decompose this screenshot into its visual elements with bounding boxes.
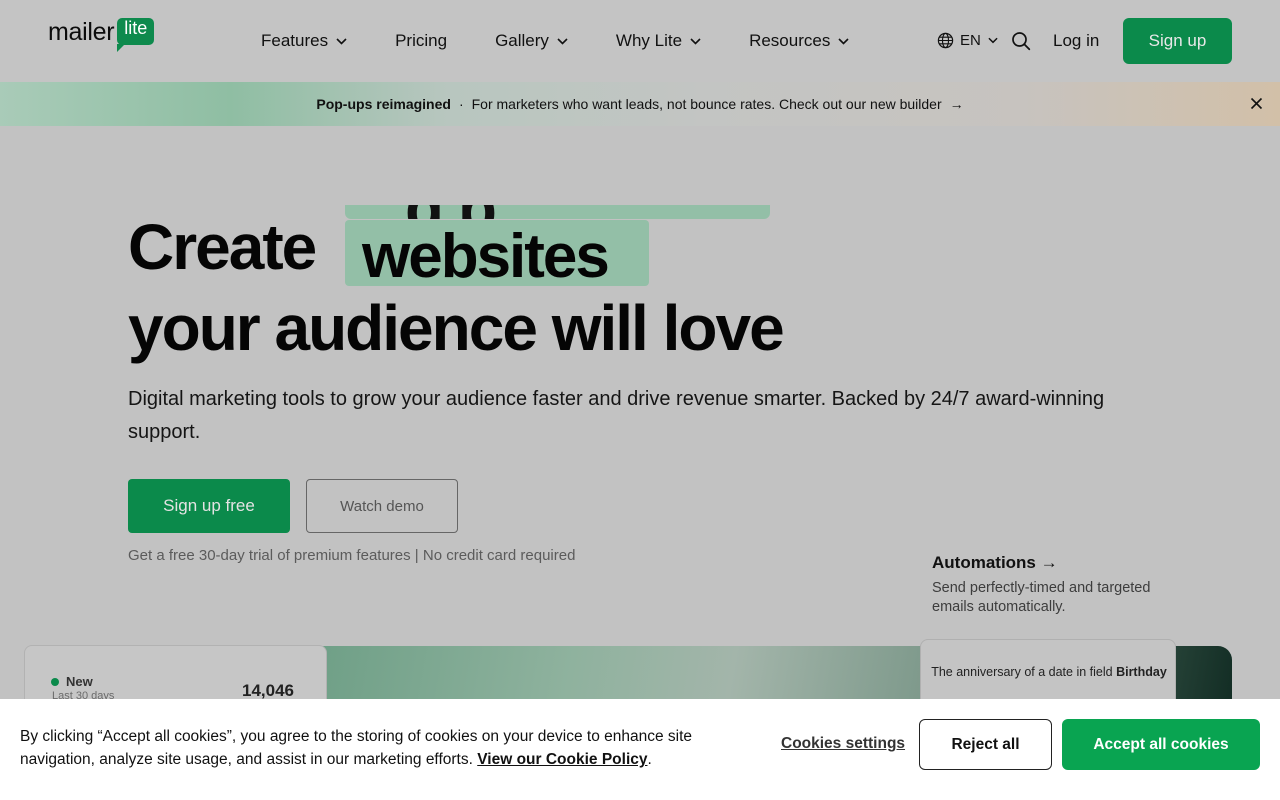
stat-label: New — [66, 674, 93, 689]
logo-wordmark: mailer — [48, 18, 115, 46]
language-selector[interactable]: EN — [937, 32, 1004, 49]
cookie-message: By clicking “Accept all cookies”, you ag… — [20, 728, 693, 768]
nav-resources-label: Resources — [749, 31, 831, 50]
automations-link[interactable]: Automations → — [932, 553, 1058, 573]
banner-separator: · — [458, 96, 464, 112]
trial-note: Get a free 30-day trial of premium featu… — [128, 547, 576, 564]
stat-value: 14,046 — [242, 681, 294, 700]
nav-gallery-label: Gallery — [495, 31, 549, 50]
search-icon[interactable] — [1011, 31, 1031, 51]
nav-resources[interactable]: Resources — [749, 30, 849, 52]
nav-gallery[interactable]: Gallery — [495, 30, 568, 52]
watch-demo-button[interactable]: Watch demo — [306, 479, 458, 533]
chevron-down-icon — [336, 37, 347, 45]
rotating-word-previous: g p — [345, 205, 770, 219]
cookie-policy-link[interactable]: View our Cookie Policy — [477, 751, 647, 768]
nav-why-lite-label: Why Lite — [615, 31, 683, 50]
hero-title-line2: your audience will love — [128, 292, 785, 364]
site-header: mailer lite Features Pricing Gallery Why… — [0, 0, 1280, 82]
reject-all-button[interactable]: Reject all — [919, 719, 1052, 770]
trigger-description: The anniversary of a date in field — [931, 665, 1113, 679]
nav-features[interactable]: Features — [261, 30, 347, 52]
hero-title-prefix: Create — [128, 211, 317, 283]
chevron-down-icon — [690, 37, 701, 45]
trigger-field: Birthday — [1116, 665, 1167, 679]
arrow-right-icon: → — [949, 96, 964, 112]
globe-icon — [937, 32, 954, 49]
promo-banner[interactable]: Pop-ups reimagined · For marketers who w… — [0, 82, 1280, 126]
close-icon[interactable] — [1250, 97, 1263, 110]
cookies-settings-link[interactable]: Cookies settings — [781, 735, 905, 753]
automation-trigger-text: The anniversary of a date in field Birth… — [921, 665, 1177, 680]
chevron-down-icon — [838, 37, 849, 45]
status-dot-icon — [51, 678, 59, 686]
accept-all-cookies-button[interactable]: Accept all cookies — [1062, 719, 1260, 770]
logo[interactable]: mailer lite — [48, 18, 155, 52]
cookie-banner: By clicking “Accept all cookies”, you ag… — [0, 699, 1280, 800]
automations-description: Send perfectly-timed and targeted emails… — [932, 580, 1151, 615]
signup-free-button[interactable]: Sign up free — [128, 479, 290, 533]
hero-subtitle: Digital marketing tools to grow your aud… — [128, 388, 1105, 443]
nav-pricing[interactable]: Pricing — [395, 30, 447, 52]
signup-button[interactable]: Sign up — [1123, 18, 1232, 64]
hero-rotating-word: websites — [362, 222, 610, 291]
banner-text: For marketers who want leads, not bounce… — [471, 96, 942, 112]
rotating-word-partial: g p — [405, 205, 497, 219]
nav-features-label: Features — [261, 31, 329, 50]
banner-title: Pop-ups reimagined — [316, 96, 451, 112]
chevron-down-icon — [988, 37, 998, 44]
language-label: EN — [960, 32, 981, 49]
login-link[interactable]: Log in — [1053, 31, 1099, 51]
nav-pricing-label: Pricing — [395, 31, 448, 50]
nav-why-lite[interactable]: Why Lite — [616, 30, 701, 52]
main-nav: Features Pricing Gallery Why Lite Resour… — [261, 30, 897, 52]
logo-badge: lite — [117, 18, 155, 52]
chevron-down-icon — [557, 37, 568, 45]
